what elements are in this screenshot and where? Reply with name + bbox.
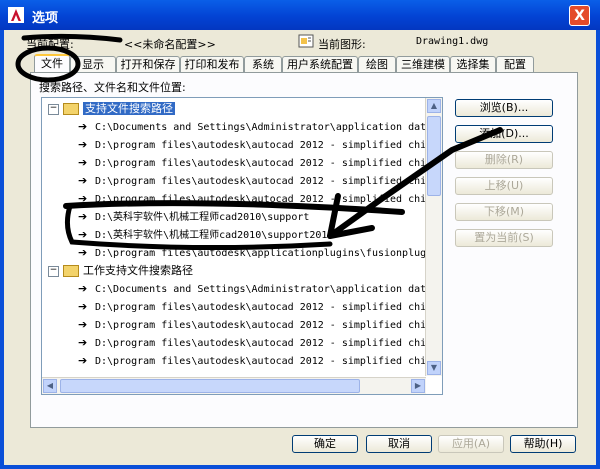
arrow-right-icon: ➔ bbox=[78, 318, 88, 331]
vertical-scroll-thumb[interactable] bbox=[427, 116, 441, 196]
arrow-right-icon: ➔ bbox=[78, 210, 88, 223]
tree-item[interactable]: ➔ D:\program files\autodesk\autocad 2012 … bbox=[78, 352, 442, 370]
autocad-app-icon bbox=[8, 7, 24, 23]
cancel-button[interactable]: 取消 bbox=[366, 435, 432, 453]
current-drawing-value: Drawing1.dwg bbox=[416, 36, 489, 47]
tab-system[interactable]: 系统 bbox=[244, 56, 282, 72]
vertical-scrollbar[interactable]: ▲ ▼ bbox=[425, 98, 442, 376]
scroll-left-icon[interactable]: ◀ bbox=[43, 379, 57, 393]
tree-folder-support-paths[interactable]: − 支持文件搜索路径 bbox=[48, 100, 175, 118]
apply-button[interactable]: 应用(A) bbox=[438, 435, 504, 453]
tree-item[interactable]: ➔ D:\program files\autodesk\autocad 2012 … bbox=[78, 172, 442, 190]
tree-item[interactable]: ➔ D:\program files\autodesk\autocad 2012 … bbox=[78, 136, 442, 154]
current-profile-label: 当前配置: bbox=[26, 38, 74, 51]
arrow-right-icon: ➔ bbox=[78, 300, 88, 313]
tree-item[interactable]: ➔ D:\英科宇软件\机械工程师cad2010\support2010 bbox=[78, 226, 333, 244]
tab-open-save[interactable]: 打开和保存 bbox=[116, 56, 180, 72]
drawing-icon bbox=[298, 34, 314, 51]
add-button[interactable]: 添加(D)... bbox=[455, 125, 553, 143]
move-down-button[interactable]: 下移(M) bbox=[455, 203, 553, 221]
arrow-right-icon: ➔ bbox=[78, 282, 88, 295]
horizontal-scrollbar[interactable]: ◀ ▶ bbox=[42, 377, 426, 394]
arrow-right-icon: ➔ bbox=[78, 354, 88, 367]
collapse-icon[interactable]: − bbox=[48, 265, 59, 277]
collapse-icon[interactable]: − bbox=[48, 103, 59, 115]
folder-icon bbox=[63, 265, 79, 277]
title-bar[interactable]: 选项 X bbox=[0, 0, 600, 30]
tab-3d-modeling[interactable]: 三维建模 bbox=[396, 56, 450, 72]
tree-item[interactable]: ➔ D:\program files\autodesk\autocad 2012 … bbox=[78, 154, 442, 172]
move-up-button[interactable]: 上移(U) bbox=[455, 177, 553, 195]
profile-row: 当前配置: <<未命名配置>> 当前图形: Drawing1.dwg bbox=[26, 34, 586, 52]
tab-profiles[interactable]: 配置 bbox=[496, 56, 534, 72]
browse-button[interactable]: 浏览(B)... bbox=[455, 99, 553, 117]
scroll-right-icon[interactable]: ▶ bbox=[411, 379, 425, 393]
tab-selection[interactable]: 选择集 bbox=[450, 56, 496, 72]
tree-item[interactable]: ➔ D:\program files\autodesk\autocad 2012 … bbox=[78, 190, 442, 208]
folder-icon bbox=[63, 103, 79, 115]
tab-user-preferences[interactable]: 用户系统配置 bbox=[282, 56, 358, 72]
arrow-right-icon: ➔ bbox=[78, 138, 88, 151]
close-button[interactable]: X bbox=[569, 5, 590, 26]
tree-item[interactable]: ➔ D:\program files\autodesk\autocad 2012 … bbox=[78, 298, 442, 316]
tree-item[interactable]: ➔ D:\英科宇软件\机械工程师cad2010\support bbox=[78, 208, 309, 226]
window-title: 选项 bbox=[32, 11, 59, 26]
search-paths-label: 搜索路径、文件名和文件位置: bbox=[39, 81, 186, 94]
current-drawing-label: 当前图形: bbox=[318, 38, 366, 51]
current-profile-value: <<未命名配置>> bbox=[124, 38, 216, 51]
tab-plot-publish[interactable]: 打印和发布 bbox=[180, 56, 244, 72]
arrow-right-icon: ➔ bbox=[78, 246, 88, 259]
files-tab-panel: 搜索路径、文件名和文件位置: − 支持文件搜索路径 ➔ C:\Documents a… bbox=[30, 72, 578, 428]
tree-item[interactable]: ➔ C:\Documents and Settings\Administrator… bbox=[78, 118, 442, 136]
tree-item[interactable]: ➔ D:\program files\autodesk\autocad 2012 … bbox=[78, 316, 442, 334]
dialog-body: 当前配置: <<未命名配置>> 当前图形: Drawing1.dwg 文件 显示… bbox=[0, 30, 600, 469]
arrow-right-icon: ➔ bbox=[78, 336, 88, 349]
help-button[interactable]: 帮助(H) bbox=[510, 435, 576, 453]
tab-drafting[interactable]: 绘图 bbox=[358, 56, 396, 72]
set-current-button[interactable]: 置为当前(S) bbox=[455, 229, 553, 247]
tab-display[interactable]: 显示 bbox=[70, 56, 116, 72]
delete-button[interactable]: 删除(R) bbox=[455, 151, 553, 169]
scroll-up-icon[interactable]: ▲ bbox=[427, 99, 441, 113]
horizontal-scroll-thumb[interactable] bbox=[60, 379, 360, 393]
tree-item[interactable]: ➔ D:\program files\autodesk\autocad 2012 … bbox=[78, 334, 442, 352]
tree-item[interactable]: ➔ C:\Documents and Settings\Administrator… bbox=[78, 280, 442, 298]
arrow-right-icon: ➔ bbox=[78, 228, 88, 241]
arrow-right-icon: ➔ bbox=[78, 192, 88, 205]
arrow-right-icon: ➔ bbox=[78, 120, 88, 133]
tree-item[interactable]: ➔ D:\program files\autodesk\applicationpl… bbox=[78, 244, 442, 262]
ok-button[interactable]: 确定 bbox=[292, 435, 358, 453]
arrow-right-icon: ➔ bbox=[78, 156, 88, 169]
tab-files[interactable]: 文件 bbox=[34, 54, 70, 73]
scroll-down-icon[interactable]: ▼ bbox=[427, 361, 441, 375]
search-path-tree[interactable]: − 支持文件搜索路径 ➔ C:\Documents and Settings\Adm… bbox=[41, 97, 443, 395]
tree-folder-working-support-paths[interactable]: − 工作支持文件搜索路径 bbox=[48, 262, 193, 280]
arrow-right-icon: ➔ bbox=[78, 174, 88, 187]
